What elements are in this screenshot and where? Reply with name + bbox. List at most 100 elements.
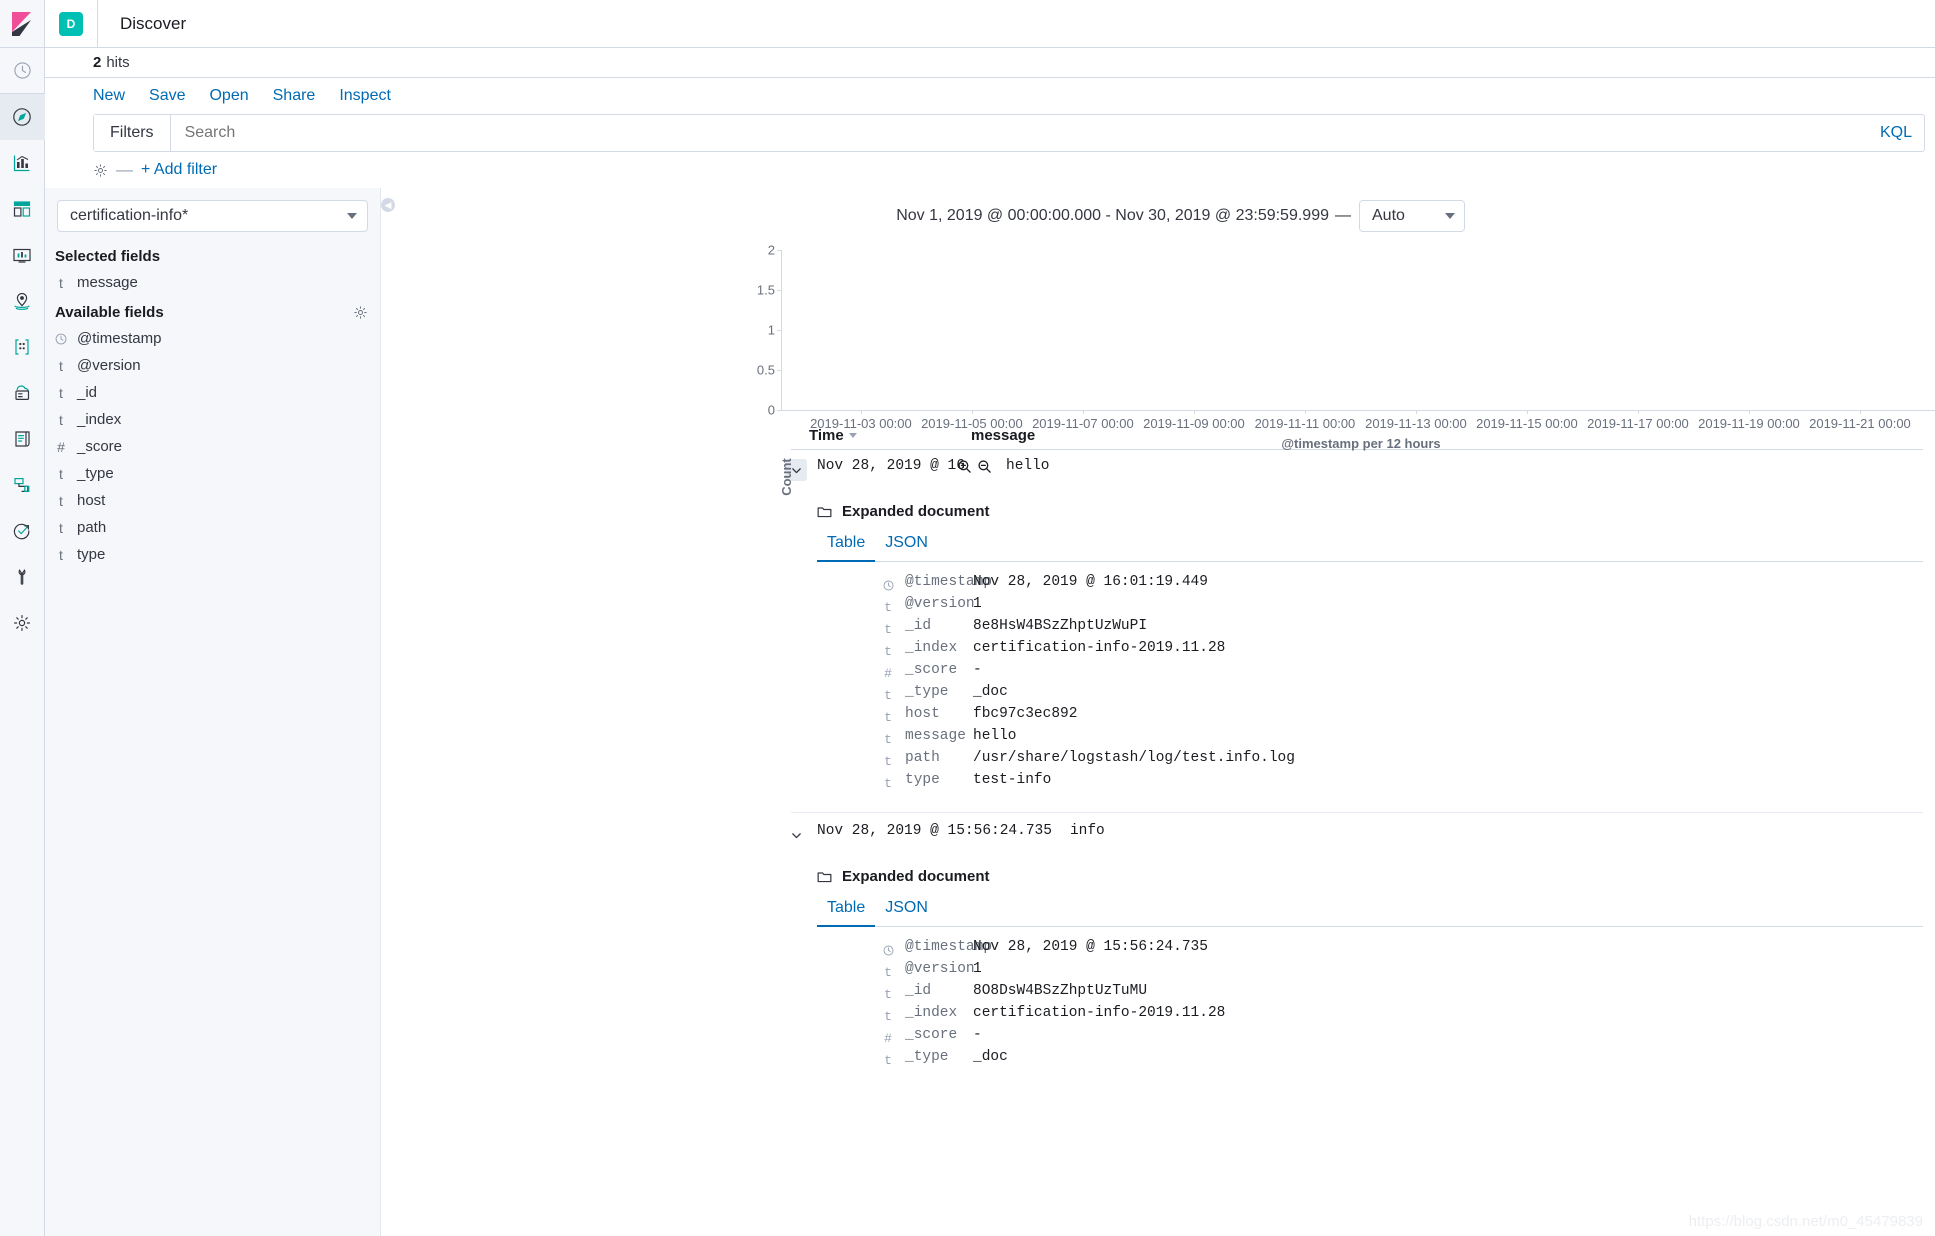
y-axis-line (781, 250, 782, 410)
field-item-type-meta[interactable]: t _type (45, 460, 380, 487)
tab-json[interactable]: JSON (875, 534, 938, 561)
filters-button[interactable]: Filters (94, 115, 171, 151)
field-item-version[interactable]: t @version (45, 352, 380, 379)
field-type-icon: t (884, 709, 892, 725)
top-nav-inspect[interactable]: Inspect (339, 87, 391, 105)
filter-out-value-icon[interactable] (977, 459, 992, 474)
field-value: test-info (973, 772, 1052, 788)
field-item-timestamp[interactable]: @timestamp (45, 325, 380, 352)
chart-plot-area[interactable]: 0 0.5 1 1.5 2 2019-11-03 00:00 2019-11-05 00:0… (757, 243, 1935, 451)
expand-row-toggle[interactable] (785, 824, 807, 846)
y-axis-tick: 1.5 (756, 282, 775, 298)
field-name: _score (77, 438, 123, 455)
y-axis-tick-mark (777, 290, 781, 291)
field-item-message[interactable]: t message (45, 269, 380, 296)
field-value: 8e8HsW4BSzZhptUzWuPI (973, 618, 1148, 634)
kibana-logo[interactable] (0, 0, 45, 48)
search-input[interactable] (170, 115, 1868, 151)
field-type-icon: t (884, 599, 892, 615)
field-name: path (77, 519, 107, 536)
tab-table[interactable]: Table (817, 534, 876, 562)
field-item-path[interactable]: t path (45, 514, 380, 541)
nav-management[interactable] (0, 600, 45, 646)
tab-table[interactable]: Table (817, 899, 876, 927)
clock-icon (881, 574, 895, 596)
timepicker-row: Nov 1, 2019 @ 00:00:00.000 - Nov 30, 201… (381, 188, 1935, 232)
filter-options-icon[interactable] (93, 163, 108, 178)
app-header: D Discover (45, 0, 1935, 48)
field-type-icon: t (884, 687, 892, 703)
top-nav-save[interactable]: Save (149, 87, 185, 105)
field-row: @timestamp Nov 28, 2019 @ 16:01:19.449 (817, 574, 1923, 596)
field-row: t _index certification-info-2019.11.28 (817, 1005, 1923, 1027)
field-name: @version (905, 596, 975, 612)
chevron-down-icon (347, 213, 357, 219)
field-type-icon: t (59, 411, 63, 428)
top-nav-open[interactable]: Open (209, 87, 248, 105)
field-value: certification-info-2019.11.28 (973, 1005, 1226, 1021)
field-item-type[interactable]: t type (45, 541, 380, 568)
nav-logs[interactable] (0, 416, 45, 462)
top-nav-share[interactable]: Share (273, 87, 316, 105)
space-badge[interactable]: D (59, 11, 83, 36)
y-axis-label: Count (779, 458, 794, 496)
field-row: t _id 8e8HsW4BSzZhptUzWuPI (817, 618, 1923, 640)
x-axis-label: @timestamp per 12 hours (1281, 436, 1441, 451)
nav-apm[interactable] (0, 462, 45, 508)
field-type-icon: # (884, 665, 892, 681)
field-value: hello (973, 728, 1017, 744)
nav-dev-tools[interactable] (0, 554, 45, 600)
top-nav-actions: New Save Open Share Inspect (45, 78, 1935, 114)
nav-uptime[interactable] (0, 508, 45, 554)
add-filter-button[interactable]: + Add filter (141, 161, 217, 179)
clock-icon (55, 333, 67, 345)
cell-time: Nov 28, 2019 @ 15:56:24.735 (817, 823, 1052, 839)
top-nav-new[interactable]: New (93, 87, 125, 105)
tab-json[interactable]: JSON (875, 899, 938, 926)
nav-recently-viewed[interactable] (0, 48, 45, 94)
table-row: Nov 28, 2019 @ 15:56:24.735 info (791, 813, 1923, 846)
expanded-document-title: Expanded document (842, 868, 990, 885)
clock-icon (881, 939, 895, 961)
available-fields-title: Available fields (55, 304, 164, 321)
index-pattern-select[interactable]: certification-info* (57, 200, 368, 232)
field-item-host[interactable]: t host (45, 487, 380, 514)
x-axis-tick: 2019-11-05 00:00 (921, 416, 1023, 431)
folder-icon (817, 505, 832, 519)
kibana-discover-app: D Discover 2 hits New Save Open Share In… (0, 0, 1935, 1236)
field-row: t _id 8O8DsW4BSzZhptUzTuMU (817, 983, 1923, 1005)
nav-infrastructure[interactable] (0, 370, 45, 416)
field-value: Nov 28, 2019 @ 16:01:19.449 (973, 574, 1208, 590)
field-row: # _score - (817, 1027, 1923, 1049)
chevron-down-icon (1445, 213, 1455, 219)
x-axis-tick: 2019-11-19 00:00 (1698, 416, 1800, 431)
nav-discover[interactable] (0, 94, 45, 140)
field-name: _id (905, 618, 932, 634)
field-row: @timestamp Nov 28, 2019 @ 15:56:24.735 (817, 939, 1923, 961)
header-divider (97, 0, 98, 48)
y-axis-tick: 1 (767, 322, 775, 338)
x-axis-tick: 2019-11-09 00:00 (1143, 416, 1245, 431)
query-language-button[interactable]: KQL (1868, 115, 1924, 151)
nav-visualize[interactable] (0, 140, 45, 186)
field-item-index[interactable]: t _index (45, 406, 380, 433)
field-item-id[interactable]: t _id (45, 379, 380, 406)
expanded-document-title: Expanded document (842, 503, 990, 520)
nav-dashboard[interactable] (0, 186, 45, 232)
field-type-icon: t (59, 465, 63, 482)
collapse-sidebar-button[interactable]: ◀ (381, 198, 395, 212)
field-row: t host fbc97c3ec892 (817, 706, 1923, 728)
nav-canvas[interactable] (0, 232, 45, 278)
cell-time: Nov 28, 2019 @ 16:01:1 (817, 458, 965, 474)
time-range-label[interactable]: Nov 1, 2019 @ 00:00:00.000 - Nov 30, 201… (896, 207, 1329, 225)
field-item-score[interactable]: # _score (45, 433, 380, 460)
field-type-icon: t (884, 986, 892, 1002)
field-type-icon: # (884, 1030, 892, 1046)
nav-machine-learning[interactable] (0, 324, 45, 370)
field-row: t type test-info (817, 772, 1923, 794)
nav-maps[interactable] (0, 278, 45, 324)
x-axis-tick: 2019-11-13 00:00 (1365, 416, 1467, 431)
interval-select[interactable]: Auto (1359, 200, 1465, 232)
field-settings-gear-icon[interactable] (353, 305, 368, 320)
x-axis-tick-mark (971, 410, 973, 414)
